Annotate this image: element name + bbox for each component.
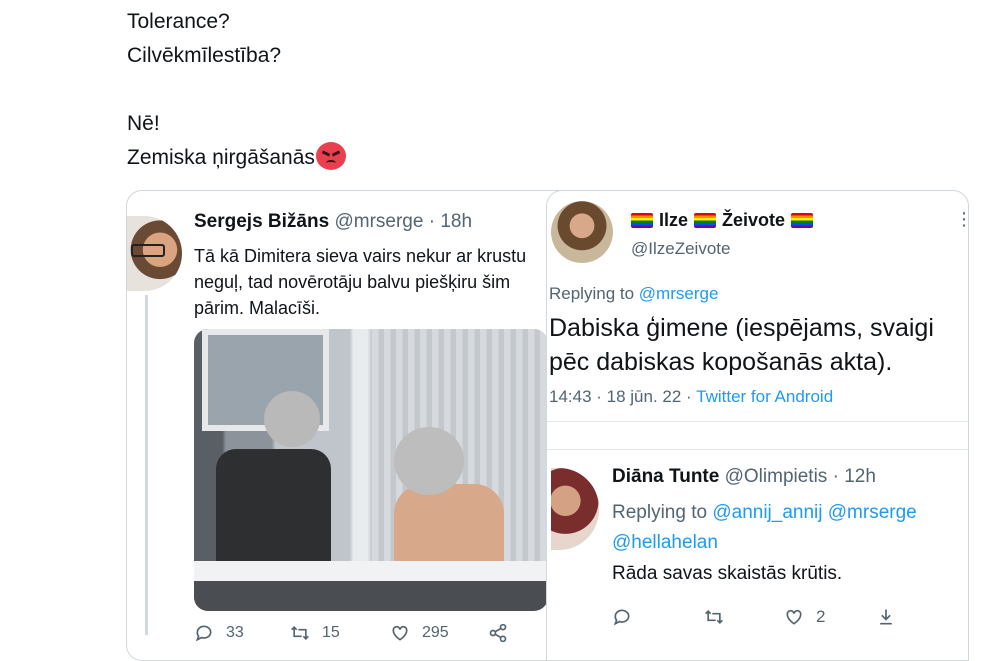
tweet-source-link[interactable]: Twitter for Android: [696, 387, 833, 406]
tweet-photo[interactable]: [194, 329, 548, 611]
reply-icon: [195, 625, 212, 642]
divider: [547, 421, 968, 422]
avatar[interactable]: [551, 201, 613, 263]
tweet-text: Dabiska ģimene (iespējams, svaigi pēc da…: [549, 311, 934, 379]
caption-line: Nē!: [127, 112, 160, 135]
like-button[interactable]: 2: [784, 607, 825, 627]
mention-link[interactable]: @annij_annij @mrserge: [712, 502, 916, 523]
reply-text: Rāda savas skaistās krūtis.: [612, 563, 843, 584]
retweet-count: 15: [322, 624, 340, 641]
author-handle[interactable]: @mrserge: [334, 211, 423, 232]
mention-link[interactable]: @mrserge: [639, 284, 719, 303]
reply-time[interactable]: · 12h: [833, 466, 876, 487]
tweet-text: Tā kā Dimitera sieva vairs nekur ar krus…: [194, 246, 527, 318]
like-count: 295: [422, 624, 449, 641]
share-button[interactable]: [876, 607, 896, 627]
retweet-icon: [291, 625, 309, 641]
like-count: 2: [816, 607, 826, 626]
caption-line: Cilvēkmīlestība?: [127, 44, 282, 67]
author-name[interactable]: Ilze Žeivote: [631, 210, 814, 231]
share-button[interactable]: [488, 623, 508, 643]
tweet-timestamp[interactable]: 14:43 · 18 jūn. 22 ·: [549, 387, 692, 406]
reply-header: Diāna Tunte @Olimpietis · 12h: [612, 466, 876, 488]
angry-face-emoji-icon: [315, 142, 346, 170]
caption-line: Tolerance?: [127, 10, 230, 33]
replying-to: Replying to @mrserge: [549, 284, 718, 304]
reply-icon: [613, 609, 630, 626]
retweet-button[interactable]: 15: [290, 623, 340, 643]
author-handle[interactable]: @IlzeZeivote: [631, 239, 730, 259]
embedded-tweet-right[interactable]: Ilze Žeivote @IlzeZeivote ⋮ Replying to …: [546, 190, 969, 661]
retweet-icon: [705, 609, 723, 625]
tweet-meta: 14:43 · 18 jūn. 22 · Twitter for Android: [549, 387, 833, 407]
tweet-time[interactable]: · 18h: [429, 211, 472, 232]
caption-text: Zemiska ņirgāšanās: [127, 146, 315, 169]
replying-label: Replying to: [612, 502, 708, 523]
caption-line-last: Zemiska ņirgāšanās: [127, 141, 346, 175]
author-last-name: Žeivote: [722, 210, 786, 230]
rainbow-flag-icon: [631, 213, 653, 228]
author-first-name: Ilze: [659, 210, 689, 230]
reply-author-name[interactable]: Diāna Tunte: [612, 466, 719, 487]
rainbow-flag-icon: [694, 213, 717, 228]
heart-icon: [786, 609, 802, 625]
replying-label: Replying to: [549, 284, 635, 303]
blurred-face: [394, 427, 464, 495]
divider: [547, 449, 968, 450]
mention-link[interactable]: @hellahelan: [612, 532, 718, 553]
reply-author-handle[interactable]: @Olimpietis: [725, 466, 828, 487]
author-name[interactable]: Sergejs Bižāns: [194, 211, 329, 232]
caption-line: [127, 73, 346, 107]
avatar[interactable]: [551, 468, 599, 550]
tweet-text-line: pēc dabiskas kopošanās akta).: [549, 348, 893, 376]
post-caption: Tolerance? Cilvēkmīlestība? Nē! Zemiska …: [127, 5, 346, 175]
retweet-button[interactable]: [704, 607, 724, 627]
tweet-header: Sergejs Bižāns @mrserge · 18h: [194, 211, 472, 233]
blurred-face: [264, 391, 320, 447]
reply-replying-to: Replying to @annij_annij @mrserge @hella…: [612, 498, 917, 558]
like-button[interactable]: 295: [390, 623, 449, 643]
share-icon: [489, 623, 507, 643]
thread-line: [145, 295, 148, 635]
tweet-text-line: Dabiska ģimene (iespējams, svaigi: [549, 314, 934, 342]
more-options-icon[interactable]: ⋮: [955, 209, 968, 230]
reply-count: 33: [226, 624, 244, 641]
reply-button[interactable]: 33: [194, 623, 244, 643]
avatar[interactable]: [127, 216, 182, 291]
rainbow-flag-icon: [791, 213, 814, 228]
share-icon: [880, 609, 892, 625]
heart-icon: [392, 625, 408, 641]
reply-button[interactable]: [612, 607, 632, 627]
